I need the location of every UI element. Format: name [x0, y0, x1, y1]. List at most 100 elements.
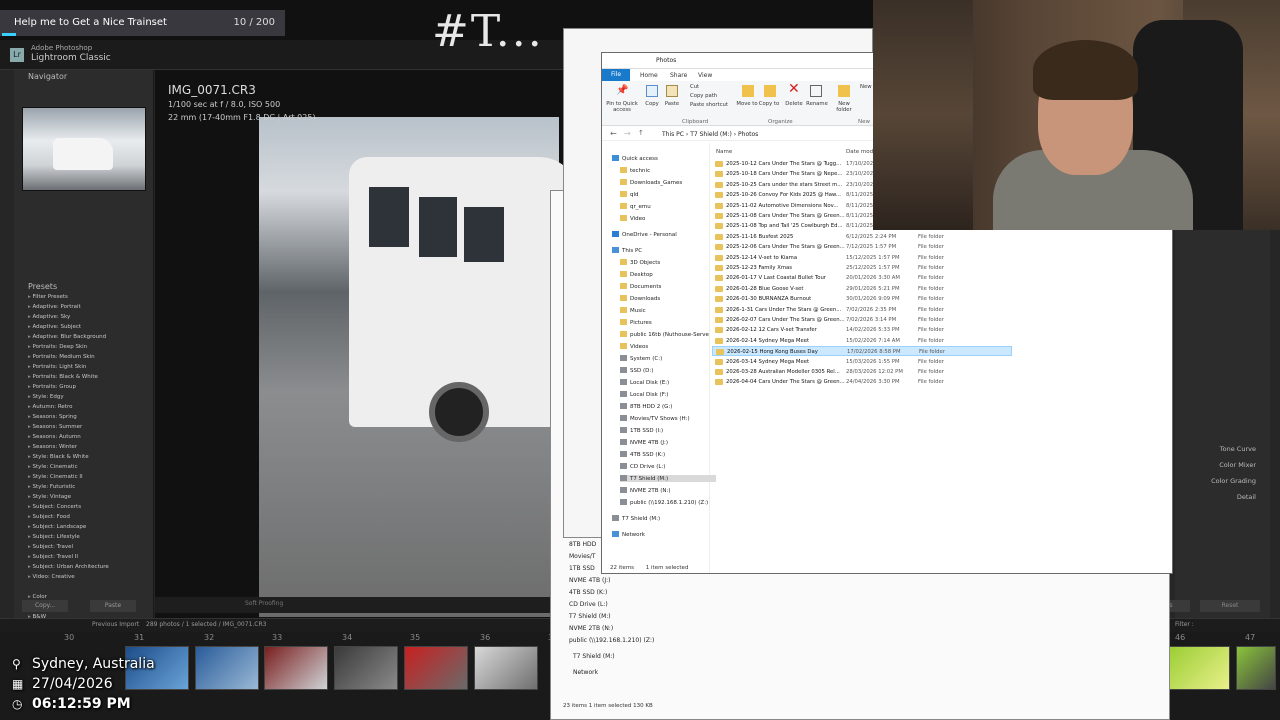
back-nav-item[interactable]: Movies/T	[569, 553, 596, 560]
column-date[interactable]: Date modi	[846, 149, 875, 155]
color-grading-header[interactable]: Color Grading	[1211, 477, 1256, 485]
film-thumbnail[interactable]	[195, 646, 259, 690]
nav-network[interactable]: Network	[612, 531, 645, 538]
preset-item[interactable]: Adaptive: Subject	[28, 322, 152, 332]
copy-path-button[interactable]: Copy path	[690, 93, 717, 99]
pin-button[interactable]: Pin to Quick access	[604, 101, 640, 113]
nav-drive[interactable]: 1TB SSD (I:)	[620, 427, 663, 434]
nav-drive[interactable]: SSD (D:)	[620, 367, 653, 374]
menu-share[interactable]: Share	[670, 72, 687, 79]
film-thumbnail[interactable]	[1236, 646, 1276, 690]
folder-row[interactable]: 2025-11-16 Busfest 2025 6/12/2025 2:24 PM…	[712, 232, 1012, 242]
copy-button[interactable]: Copy...	[22, 600, 68, 612]
nav-drive[interactable]: NVME 2TB (N:)	[620, 487, 671, 494]
photo-view[interactable]	[155, 70, 579, 625]
back-nav-item[interactable]: T7 Shield (M:)	[569, 613, 611, 620]
nav-drive[interactable]: Movies/TV Shows (H:)	[620, 415, 690, 422]
preset-item[interactable]: Style: Vintage	[28, 492, 152, 502]
copy-to-button[interactable]: Copy to	[758, 101, 780, 107]
copy-button-ribbon[interactable]: Copy	[642, 101, 662, 107]
preset-item[interactable]: Style: Cinematic	[28, 462, 152, 472]
folder-row[interactable]: 2026-1-31 Cars Under The Stars @ Green..…	[712, 305, 1012, 315]
nav-quick-access[interactable]: Quick access	[612, 155, 658, 162]
nav-item[interactable]: Music	[620, 307, 646, 314]
navigator-header[interactable]: Navigator	[28, 72, 67, 81]
paste-button[interactable]: Paste	[90, 600, 136, 612]
nav-item[interactable]: Video	[620, 215, 645, 222]
app-name[interactable]: Lightroom Classic	[31, 53, 111, 63]
nav-drive[interactable]: NVME 4TB (J:)	[620, 439, 668, 446]
color-mixer-header[interactable]: Color Mixer	[1219, 461, 1256, 469]
nav-item[interactable]: qld	[620, 191, 639, 198]
folder-row[interactable]: 2026-02-14 Sydney Mega Meet 15/02/2026 7:…	[712, 336, 1012, 346]
preset-item[interactable]: Video: Creative	[28, 572, 152, 582]
paste-button-ribbon[interactable]: Paste	[662, 101, 682, 107]
preset-item[interactable]: Seasons: Winter	[28, 442, 152, 452]
detail-header[interactable]: Detail	[1237, 493, 1256, 501]
preset-item[interactable]: Style: Edgy	[28, 392, 152, 402]
preset-item[interactable]: Subject: Travel II	[28, 552, 152, 562]
address-path[interactable]: This PC › T7 Shield (M:) › Photos	[662, 131, 758, 138]
nav-onedrive[interactable]: OneDrive - Personal	[612, 231, 677, 238]
film-thumbnail[interactable]	[404, 646, 468, 690]
preset-item[interactable]: Adaptive: Blur Background	[28, 332, 152, 342]
nav-drive[interactable]: Local Disk (E:)	[620, 379, 669, 386]
nav-this-pc[interactable]: This PC	[612, 247, 642, 254]
nav-item[interactable]: Pictures	[620, 319, 652, 326]
preset-item[interactable]: Seasons: Autumn	[28, 432, 152, 442]
nav-item[interactable]: Downloads_Games	[620, 179, 682, 186]
folder-row[interactable]: 2025-12-14 V-set to Kiama 15/12/2025 1:57…	[712, 253, 1012, 263]
back-nav-item[interactable]: public (\\192.168.1.210) (Z:)	[569, 637, 654, 644]
preset-item[interactable]: Portraits: Black & White	[28, 372, 152, 382]
folder-row[interactable]: 2026-02-15 Hong Kong Buses Day 17/02/2026…	[712, 346, 1012, 357]
folder-row[interactable]: 2025-12-23 Family Xmas 25/12/2025 1:57 PM…	[712, 263, 1012, 273]
preset-item[interactable]: Subject: Urban Architecture	[28, 562, 152, 572]
preset-item[interactable]: Subject: Concerts	[28, 502, 152, 512]
back-nav-network[interactable]: Network	[573, 669, 598, 676]
preset-item[interactable]: Portraits: Group	[28, 382, 152, 392]
film-thumbnail[interactable]	[474, 646, 538, 690]
nav-drive[interactable]: T7 Shield (M:)	[612, 515, 660, 522]
folder-row[interactable]: 2026-01-17 V Last Coastal Bullet Tour 20/…	[712, 273, 1012, 283]
preset-item[interactable]: Seasons: Spring	[28, 412, 152, 422]
nav-drive[interactable]: Local Disk (F:)	[620, 391, 668, 398]
back-nav-item[interactable]: 4TB SSD (K:)	[569, 589, 607, 596]
preset-item[interactable]: Subject: Travel	[28, 542, 152, 552]
tone-curve-header[interactable]: Tone Curve	[1220, 445, 1256, 453]
forward-arrow-icon[interactable]: →	[624, 129, 631, 138]
back-nav-item[interactable]: NVME 2TB (N:)	[569, 625, 613, 632]
nav-item[interactable]: technic	[620, 167, 650, 174]
folder-row[interactable]: 2026-04-04 Cars Under The Stars @ Green.…	[712, 377, 1012, 387]
nav-item[interactable]: Videos	[620, 343, 648, 350]
menu-home[interactable]: Home	[640, 72, 658, 79]
back-nav-item[interactable]: 8TB HDD	[569, 541, 596, 548]
nav-item[interactable]: 3D Objects	[620, 259, 660, 266]
menu-view[interactable]: View	[698, 72, 712, 79]
delete-button[interactable]: Delete	[782, 101, 806, 107]
preset-item[interactable]: Subject: Food	[28, 512, 152, 522]
navigator-thumbnail[interactable]	[22, 107, 146, 191]
preset-item[interactable]: Subject: Landscape	[28, 522, 152, 532]
nav-item[interactable]: Desktop	[620, 271, 653, 278]
folder-row[interactable]: 2026-03-14 Sydney Mega Meet 15/03/2026 1:…	[712, 357, 1012, 367]
preset-item[interactable]: Style: Black & White	[28, 452, 152, 462]
up-arrow-icon[interactable]: ↑	[638, 129, 644, 137]
folder-row[interactable]: 2026-03-28 Australian Modeller 0305 Rel.…	[712, 367, 1012, 377]
preset-item[interactable]: Portraits: Light Skin	[28, 362, 152, 372]
nav-drive[interactable]: T7 Shield (M:)	[620, 475, 716, 482]
nav-item[interactable]: Documents	[620, 283, 661, 290]
nav-drive[interactable]: public (\\192.168.1.210) (Z:)	[620, 499, 708, 506]
nav-drive[interactable]: CD Drive (L:)	[620, 463, 665, 470]
back-nav-item[interactable]: CD Drive (L:)	[569, 601, 608, 608]
paste-shortcut-button[interactable]: Paste shortcut	[690, 102, 728, 108]
preset-item[interactable]: Style: Futuristic	[28, 482, 152, 492]
back-nav-item[interactable]: 1TB SSD	[569, 565, 595, 572]
presets-header[interactable]: Presets	[28, 282, 57, 291]
preset-item[interactable]: Adaptive: Sky	[28, 312, 152, 322]
folder-row[interactable]: 2025-12-06 Cars Under The Stars @ Green.…	[712, 242, 1012, 252]
nav-drive[interactable]: 4TB SSD (K:)	[620, 451, 665, 458]
preset-item[interactable]: Seasons: Summer	[28, 422, 152, 432]
previous-import-label[interactable]: Previous Import	[92, 621, 139, 628]
menu-file[interactable]: File	[602, 69, 630, 81]
soft-proofing-label[interactable]: Soft Proofing	[245, 600, 283, 607]
